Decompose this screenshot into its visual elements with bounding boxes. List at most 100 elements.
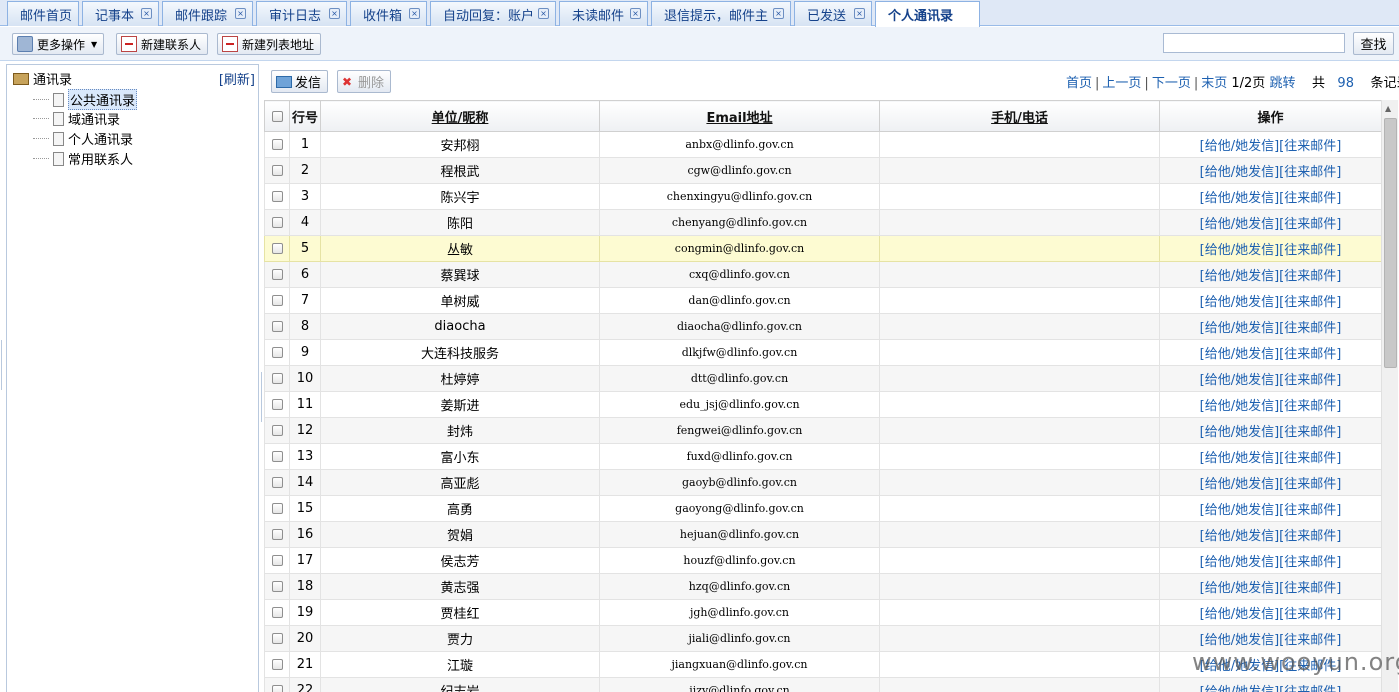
close-tab-icon[interactable]: × bbox=[630, 8, 641, 19]
select-all-checkbox[interactable] bbox=[271, 110, 283, 122]
row-select-cell[interactable] bbox=[264, 547, 290, 574]
tab-item[interactable]: 邮件跟踪 × bbox=[162, 1, 253, 26]
row-actions-link[interactable]: [给他/她发信][往来邮件] bbox=[1159, 339, 1382, 366]
row-actions-link[interactable]: [给他/她发信][往来邮件] bbox=[1159, 365, 1382, 392]
close-tab-icon[interactable]: × bbox=[773, 8, 784, 19]
column-header-phone[interactable]: 手机/电话 bbox=[879, 100, 1160, 132]
table-row[interactable]: 5 丛敏 congmin@dlinfo.gov.cn [给他/她发信][往来邮件] bbox=[264, 235, 1382, 262]
row-actions-link[interactable]: [给他/她发信][往来邮件] bbox=[1159, 443, 1382, 470]
row-actions-link[interactable]: [给他/她发信][往来邮件] bbox=[1159, 287, 1382, 314]
table-row[interactable]: 7 单树威 dan@dlinfo.gov.cn [给他/她发信][往来邮件] bbox=[264, 287, 1382, 314]
send-mail-button[interactable]: 发信 bbox=[271, 70, 329, 93]
row-actions-link[interactable]: [给他/她发信][往来邮件] bbox=[1159, 521, 1382, 548]
column-header-email[interactable]: Email地址 bbox=[599, 100, 880, 132]
table-row[interactable]: 19 贾桂红 jgh@dlinfo.gov.cn [给他/她发信][往来邮件] bbox=[264, 599, 1382, 626]
row-select-cell[interactable] bbox=[264, 339, 290, 366]
table-row[interactable]: 22纪志岩jizy@dlinfo.gov.cn [给他/她发信][往来邮件] bbox=[264, 677, 1382, 692]
tab-item[interactable]: 记事本 × bbox=[82, 1, 159, 26]
table-row[interactable]: 2 程根武 cgw@dlinfo.gov.cn [给他/她发信][往来邮件] bbox=[264, 157, 1382, 184]
row-checkbox[interactable] bbox=[271, 295, 283, 306]
row-select-cell[interactable] bbox=[264, 599, 290, 626]
row-actions-link[interactable]: [给他/她发信][往来邮件] bbox=[1159, 677, 1382, 692]
first-page-link[interactable]: 首页 bbox=[1066, 76, 1092, 91]
close-tab-icon[interactable]: × bbox=[141, 8, 152, 19]
row-actions-link[interactable]: [给他/她发信][往来邮件] bbox=[1159, 417, 1382, 444]
row-select-cell[interactable] bbox=[264, 287, 290, 314]
tab-item[interactable]: 未读邮件 × bbox=[559, 1, 648, 26]
row-checkbox[interactable] bbox=[271, 191, 283, 202]
table-row[interactable]: 14 高亚彪 gaoyb@dlinfo.gov.cn [给他/她发信][往来邮件] bbox=[264, 469, 1382, 496]
table-row[interactable]: 15 高勇 gaoyong@dlinfo.gov.cn [给他/她发信][往来邮件] bbox=[264, 495, 1382, 522]
row-select-cell[interactable] bbox=[264, 365, 290, 392]
row-select-cell[interactable] bbox=[264, 183, 290, 210]
row-select-cell[interactable] bbox=[264, 235, 290, 262]
row-checkbox[interactable] bbox=[271, 269, 283, 280]
more-actions-button[interactable]: 更多操作 ▼ bbox=[12, 33, 105, 55]
close-tab-icon[interactable]: × bbox=[235, 8, 246, 19]
tab-item[interactable]: 个人通讯录 bbox=[875, 1, 980, 27]
row-select-cell[interactable] bbox=[264, 417, 290, 444]
scroll-thumb[interactable] bbox=[1384, 118, 1397, 368]
table-row[interactable]: 9 大连科技服务 dlkjfw@dlinfo.gov.cn [给他/她发信][往来邮件… bbox=[264, 339, 1382, 366]
table-row[interactable]: 3 陈兴宇 chenxingyu@dlinfo.gov.cn [给他/她发信][往来邮… bbox=[264, 183, 1382, 210]
row-checkbox[interactable] bbox=[271, 399, 283, 410]
tab-item[interactable]: 已发送 × bbox=[794, 1, 872, 26]
table-row[interactable]: 13 富小东 fuxd@dlinfo.gov.cn [给他/她发信][往来邮件] bbox=[264, 443, 1382, 470]
scroll-up-arrow-icon[interactable]: ▲ bbox=[1385, 104, 1391, 113]
new-contact-button[interactable]: 新建联系人 bbox=[116, 33, 209, 55]
row-checkbox[interactable] bbox=[271, 373, 283, 384]
row-actions-link[interactable]: [给他/她发信][往来邮件] bbox=[1159, 495, 1382, 522]
row-actions-link[interactable]: [给他/她发信][往来邮件] bbox=[1159, 131, 1382, 158]
tab-item[interactable]: 邮件首页 bbox=[7, 1, 79, 26]
tree-item-personal[interactable]: 个人通讯录 bbox=[33, 129, 133, 148]
tree-item-domain[interactable]: 域通讯录 bbox=[33, 109, 120, 128]
row-checkbox[interactable] bbox=[271, 165, 283, 176]
search-input[interactable] bbox=[1163, 33, 1345, 53]
table-row[interactable]: 11 姜斯进 edu_jsj@dlinfo.gov.cn [给他/她发信][往来邮件] bbox=[264, 391, 1382, 418]
row-actions-link[interactable]: [给他/她发信][往来邮件] bbox=[1159, 157, 1382, 184]
close-tab-icon[interactable]: × bbox=[854, 8, 865, 19]
row-actions-link[interactable]: [给他/她发信][往来邮件] bbox=[1159, 547, 1382, 574]
row-actions-link[interactable]: [给他/她发信][往来邮件] bbox=[1159, 391, 1382, 418]
table-row[interactable]: 16 贺娟 hejuan@dlinfo.gov.cn [给他/她发信][往来邮件] bbox=[264, 521, 1382, 548]
row-select-cell[interactable] bbox=[264, 131, 290, 158]
row-actions-link[interactable]: [给他/她发信][往来邮件] bbox=[1159, 313, 1382, 340]
table-row[interactable]: 6 蔡巽球 cxq@dlinfo.gov.cn [给他/她发信][往来邮件] bbox=[264, 261, 1382, 288]
new-list-button[interactable]: 新建列表地址 bbox=[217, 33, 322, 55]
close-tab-icon[interactable]: × bbox=[409, 8, 420, 19]
table-row[interactable]: 4 陈阳 chenyang@dlinfo.gov.cn [给他/她发信][往来邮件] bbox=[264, 209, 1382, 236]
row-select-cell[interactable] bbox=[264, 391, 290, 418]
table-row[interactable]: 1 安邦栩 anbx@dlinfo.gov.cn [给他/她发信][往来邮件] bbox=[264, 131, 1382, 158]
table-row[interactable]: 17 侯志芳 houzf@dlinfo.gov.cn [给他/她发信][往来邮件] bbox=[264, 547, 1382, 574]
prev-page-link[interactable]: 上一页 bbox=[1102, 76, 1141, 91]
row-select-cell[interactable] bbox=[264, 469, 290, 496]
delete-button[interactable]: ✖ 删除 bbox=[337, 70, 392, 93]
row-checkbox[interactable] bbox=[271, 477, 283, 488]
row-checkbox[interactable] bbox=[271, 659, 283, 670]
last-page-link[interactable]: 末页 bbox=[1201, 76, 1227, 91]
column-header-name[interactable]: 单位/昵称 bbox=[320, 100, 600, 132]
tree-item-frequent[interactable]: 常用联系人 bbox=[33, 149, 133, 168]
row-checkbox[interactable] bbox=[271, 321, 283, 332]
pane-splitter[interactable] bbox=[261, 372, 263, 422]
row-checkbox[interactable] bbox=[271, 217, 283, 228]
refresh-link[interactable]: [刷新] bbox=[219, 69, 255, 88]
tab-item[interactable]: 自动回复：账户 × bbox=[430, 1, 556, 26]
row-actions-link[interactable]: [给他/她发信][往来邮件] bbox=[1159, 469, 1382, 496]
row-checkbox[interactable] bbox=[271, 607, 283, 618]
row-checkbox[interactable] bbox=[271, 503, 283, 514]
close-tab-icon[interactable]: × bbox=[329, 8, 340, 19]
select-all-header[interactable] bbox=[264, 100, 290, 132]
search-button[interactable]: 查找 bbox=[1353, 32, 1394, 55]
row-actions-link[interactable]: [给他/她发信][往来邮件] bbox=[1159, 183, 1382, 210]
row-select-cell[interactable] bbox=[264, 443, 290, 470]
table-row[interactable]: 18 黄志强 hzq@dlinfo.gov.cn [给他/她发信][往来邮件] bbox=[264, 573, 1382, 600]
row-actions-link[interactable]: [给他/她发信][往来邮件] bbox=[1159, 261, 1382, 288]
table-scrollbar[interactable]: ▲ bbox=[1381, 100, 1398, 692]
row-checkbox[interactable] bbox=[271, 555, 283, 566]
row-actions-link[interactable]: [给他/她发信][往来邮件] bbox=[1159, 573, 1382, 600]
row-checkbox[interactable] bbox=[271, 529, 283, 540]
row-select-cell[interactable] bbox=[264, 651, 290, 678]
tree-item-public[interactable]: 公共通讯录 bbox=[33, 89, 138, 110]
row-checkbox[interactable] bbox=[271, 243, 283, 254]
